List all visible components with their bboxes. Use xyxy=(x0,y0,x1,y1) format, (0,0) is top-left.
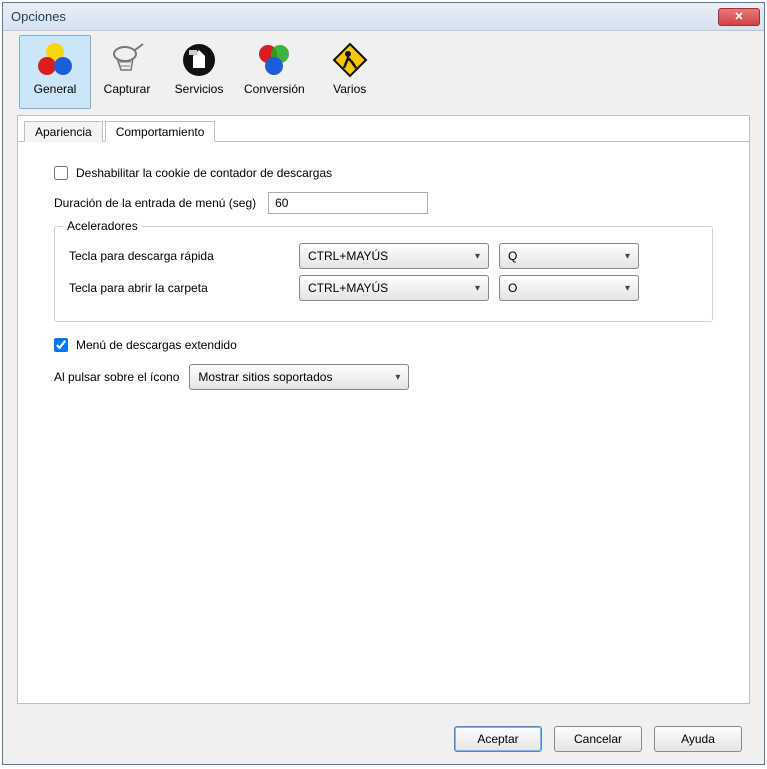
toolbar-item-capturar[interactable]: Capturar xyxy=(91,35,163,109)
help-button[interactable]: Ayuda xyxy=(654,726,742,752)
menu-duration-row: Duración de la entrada de menú (seg) xyxy=(54,192,713,214)
toolbar-label-general: General xyxy=(34,82,77,96)
window-title: Opciones xyxy=(11,9,718,24)
accept-button[interactable]: Aceptar xyxy=(454,726,542,752)
accelerators-legend: Aceleradores xyxy=(63,219,142,233)
disable-cookie-checkbox[interactable] xyxy=(54,166,68,180)
extended-menu-row: Menú de descargas extendido xyxy=(54,338,713,352)
open-folder-label: Tecla para abrir la carpeta xyxy=(69,281,299,295)
open-folder-modifier-select[interactable]: CTRL+MAYÚS xyxy=(299,275,489,301)
on-icon-click-row: Al pulsar sobre el ícono Mostrar sitios … xyxy=(54,364,713,390)
disable-cookie-label: Deshabilitar la cookie de contador de de… xyxy=(76,166,332,180)
quick-download-modifier-select[interactable]: CTRL+MAYÚS xyxy=(299,243,489,269)
balls-icon xyxy=(35,40,75,80)
content-panel: Apariencia Comportamiento Deshabilitar l… xyxy=(17,115,750,704)
open-folder-key-select[interactable]: O xyxy=(499,275,639,301)
open-folder-row: Tecla para abrir la carpeta CTRL+MAYÚS O xyxy=(69,275,698,301)
disable-cookie-row: Deshabilitar la cookie de contador de de… xyxy=(54,166,713,180)
tab-apariencia[interactable]: Apariencia xyxy=(24,121,103,142)
toolbar-item-servicios[interactable]: Servicios xyxy=(163,35,235,109)
toolbar-label-conversion: Conversión xyxy=(244,82,305,96)
quick-download-row: Tecla para descarga rápida CTRL+MAYÚS Q xyxy=(69,243,698,269)
toolbar-label-servicios: Servicios xyxy=(175,82,224,96)
net-icon xyxy=(107,40,147,80)
cancel-button[interactable]: Cancelar xyxy=(554,726,642,752)
quick-download-key-select[interactable]: Q xyxy=(499,243,639,269)
menu-duration-input[interactable] xyxy=(268,192,428,214)
options-dialog: Opciones ✕ General xyxy=(2,2,765,765)
quick-download-label: Tecla para descarga rápida xyxy=(69,249,299,263)
toolbar-item-general[interactable]: General xyxy=(19,35,91,109)
tab-comportamiento[interactable]: Comportamiento xyxy=(105,121,216,142)
tab-bar: Apariencia Comportamiento xyxy=(18,116,749,142)
toolbar-label-capturar: Capturar xyxy=(104,82,151,96)
on-icon-click-label: Al pulsar sobre el ícono xyxy=(54,370,179,384)
extended-menu-checkbox[interactable] xyxy=(54,338,68,352)
services-icon xyxy=(179,40,219,80)
close-button[interactable]: ✕ xyxy=(718,8,760,26)
extended-menu-label: Menú de descargas extendido xyxy=(76,338,237,352)
category-toolbar: General Capturar Servicios xyxy=(3,31,764,109)
tab-content: Deshabilitar la cookie de contador de de… xyxy=(18,142,749,703)
toolbar-label-varios: Varios xyxy=(333,82,366,96)
accelerators-fieldset: Aceleradores Tecla para descarga rápida … xyxy=(54,226,713,322)
construction-icon xyxy=(330,40,370,80)
toolbar-item-conversion[interactable]: Conversión xyxy=(235,35,314,109)
dialog-footer: Aceptar Cancelar Ayuda xyxy=(3,714,764,764)
on-icon-click-select[interactable]: Mostrar sitios soportados xyxy=(189,364,409,390)
close-icon: ✕ xyxy=(734,10,743,23)
toolbar-item-varios[interactable]: Varios xyxy=(314,35,386,109)
titlebar: Opciones ✕ xyxy=(3,3,764,31)
conversion-icon xyxy=(254,40,294,80)
menu-duration-label: Duración de la entrada de menú (seg) xyxy=(54,196,256,210)
